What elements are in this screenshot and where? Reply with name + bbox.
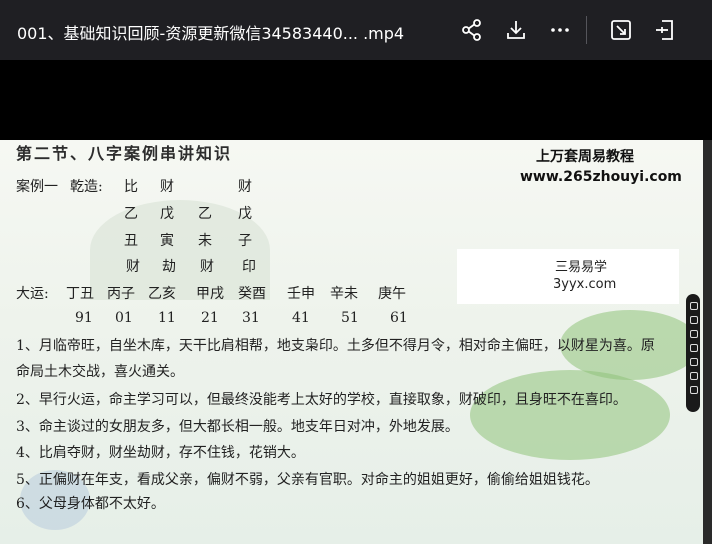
- analysis-line: 6、父母身体都不太好。: [16, 496, 165, 512]
- title-bar: 001、基础知识回顾-资源更新微信34583440... .mp4: [0, 0, 712, 60]
- video-title: 001、基础知识回顾-资源更新微信34583440... .mp4: [17, 24, 405, 43]
- video-frame[interactable]: 第二节、八字案例串讲知识 上万套周易教程 www.265zhouyi.com 三…: [0, 140, 712, 544]
- age-item: 21: [201, 310, 219, 326]
- watermark-url: www.265zhouyi.com: [520, 169, 682, 185]
- branch-cell: 丑: [124, 233, 138, 249]
- analysis-line: 2、早行火运，命主学习可以，但最终没能考上太好的学校，直接取象，财破印，且身旺不…: [16, 392, 627, 408]
- toolbar-button[interactable]: [690, 316, 698, 324]
- hidden-shishen-cell: 财: [126, 259, 140, 275]
- share-icon[interactable]: [459, 17, 485, 43]
- age-item: 01: [115, 310, 133, 326]
- toolbar-button[interactable]: [690, 386, 698, 394]
- stem-cell: 乙: [198, 206, 212, 222]
- dayun-item: 壬申: [287, 286, 315, 302]
- lotus-leaf-image: [470, 370, 670, 460]
- hidden-shishen-cell: 印: [242, 259, 256, 275]
- gender-label: 乾造:: [70, 179, 103, 195]
- more-icon[interactable]: [547, 17, 573, 43]
- age-item: 41: [292, 310, 310, 326]
- floating-toolbar[interactable]: [686, 294, 700, 412]
- dayun-item: 乙亥: [148, 286, 176, 302]
- age-item: 91: [75, 310, 93, 326]
- analysis-line: 命局土木交战，喜火通关。: [16, 364, 184, 380]
- exit-window-icon[interactable]: [652, 17, 678, 43]
- watermark-brand: 三易易学: [555, 260, 608, 275]
- analysis-line: 4、比肩夺财，财坐劫财，存不住钱，花销大。: [16, 445, 305, 461]
- analysis-line: 3、命主谈过的女朋友多，但大都长相一般。地支年日对冲，外地发展。: [16, 419, 459, 435]
- age-item: 31: [242, 310, 260, 326]
- screen-capture-icon[interactable]: [608, 17, 634, 43]
- toolbar-button[interactable]: [690, 344, 698, 352]
- toolbar-button[interactable]: [690, 358, 698, 366]
- download-icon[interactable]: [503, 17, 529, 43]
- age-item: 11: [158, 310, 176, 326]
- shishen-cell: 财: [238, 179, 252, 195]
- dayun-item: 丁丑: [66, 286, 94, 302]
- dayun-item: 庚午: [378, 286, 406, 302]
- toolbar-divider: [586, 16, 587, 44]
- toolbar-button[interactable]: [690, 372, 698, 380]
- watermark-site-name: 上万套周易教程: [536, 149, 634, 165]
- case-label: 案例一: [16, 179, 58, 195]
- slide-title: 第二节、八字案例串讲知识: [16, 144, 233, 163]
- shishen-cell: 比: [124, 179, 138, 195]
- stem-cell: 戊: [160, 206, 174, 222]
- dayun-item: 癸酉: [238, 286, 266, 302]
- dayun-item: 辛未: [330, 286, 358, 302]
- toolbar-button[interactable]: [690, 330, 698, 338]
- dayun-label: 大运:: [16, 286, 49, 302]
- hidden-shishen-cell: 财: [200, 259, 214, 275]
- dayun-item: 丙子: [107, 286, 135, 302]
- hidden-shishen-cell: 劫: [162, 259, 176, 275]
- watermark-domain: 3yyx.com: [553, 277, 617, 292]
- toolbar-button[interactable]: [690, 302, 698, 310]
- dayun-item: 甲戌: [196, 286, 224, 302]
- age-item: 51: [341, 310, 359, 326]
- branch-cell: 子: [238, 233, 252, 249]
- stem-cell: 戊: [238, 206, 252, 222]
- branch-cell: 未: [198, 233, 212, 249]
- analysis-line: 1、月临帝旺，自坐木库，天干比肩相帮，地支枭印。土多但不得月令，相对命主偏旺，以…: [16, 338, 655, 354]
- stem-cell: 乙: [124, 206, 138, 222]
- age-item: 61: [390, 310, 408, 326]
- side-panel-edge: [703, 140, 712, 544]
- shishen-cell: 财: [160, 179, 174, 195]
- analysis-line: 5、正偏财在年支，看成父亲，偏财不弱，父亲有官职。对命主的姐姐更好，偷偷给姐姐钱…: [16, 472, 599, 488]
- branch-cell: 寅: [160, 233, 174, 249]
